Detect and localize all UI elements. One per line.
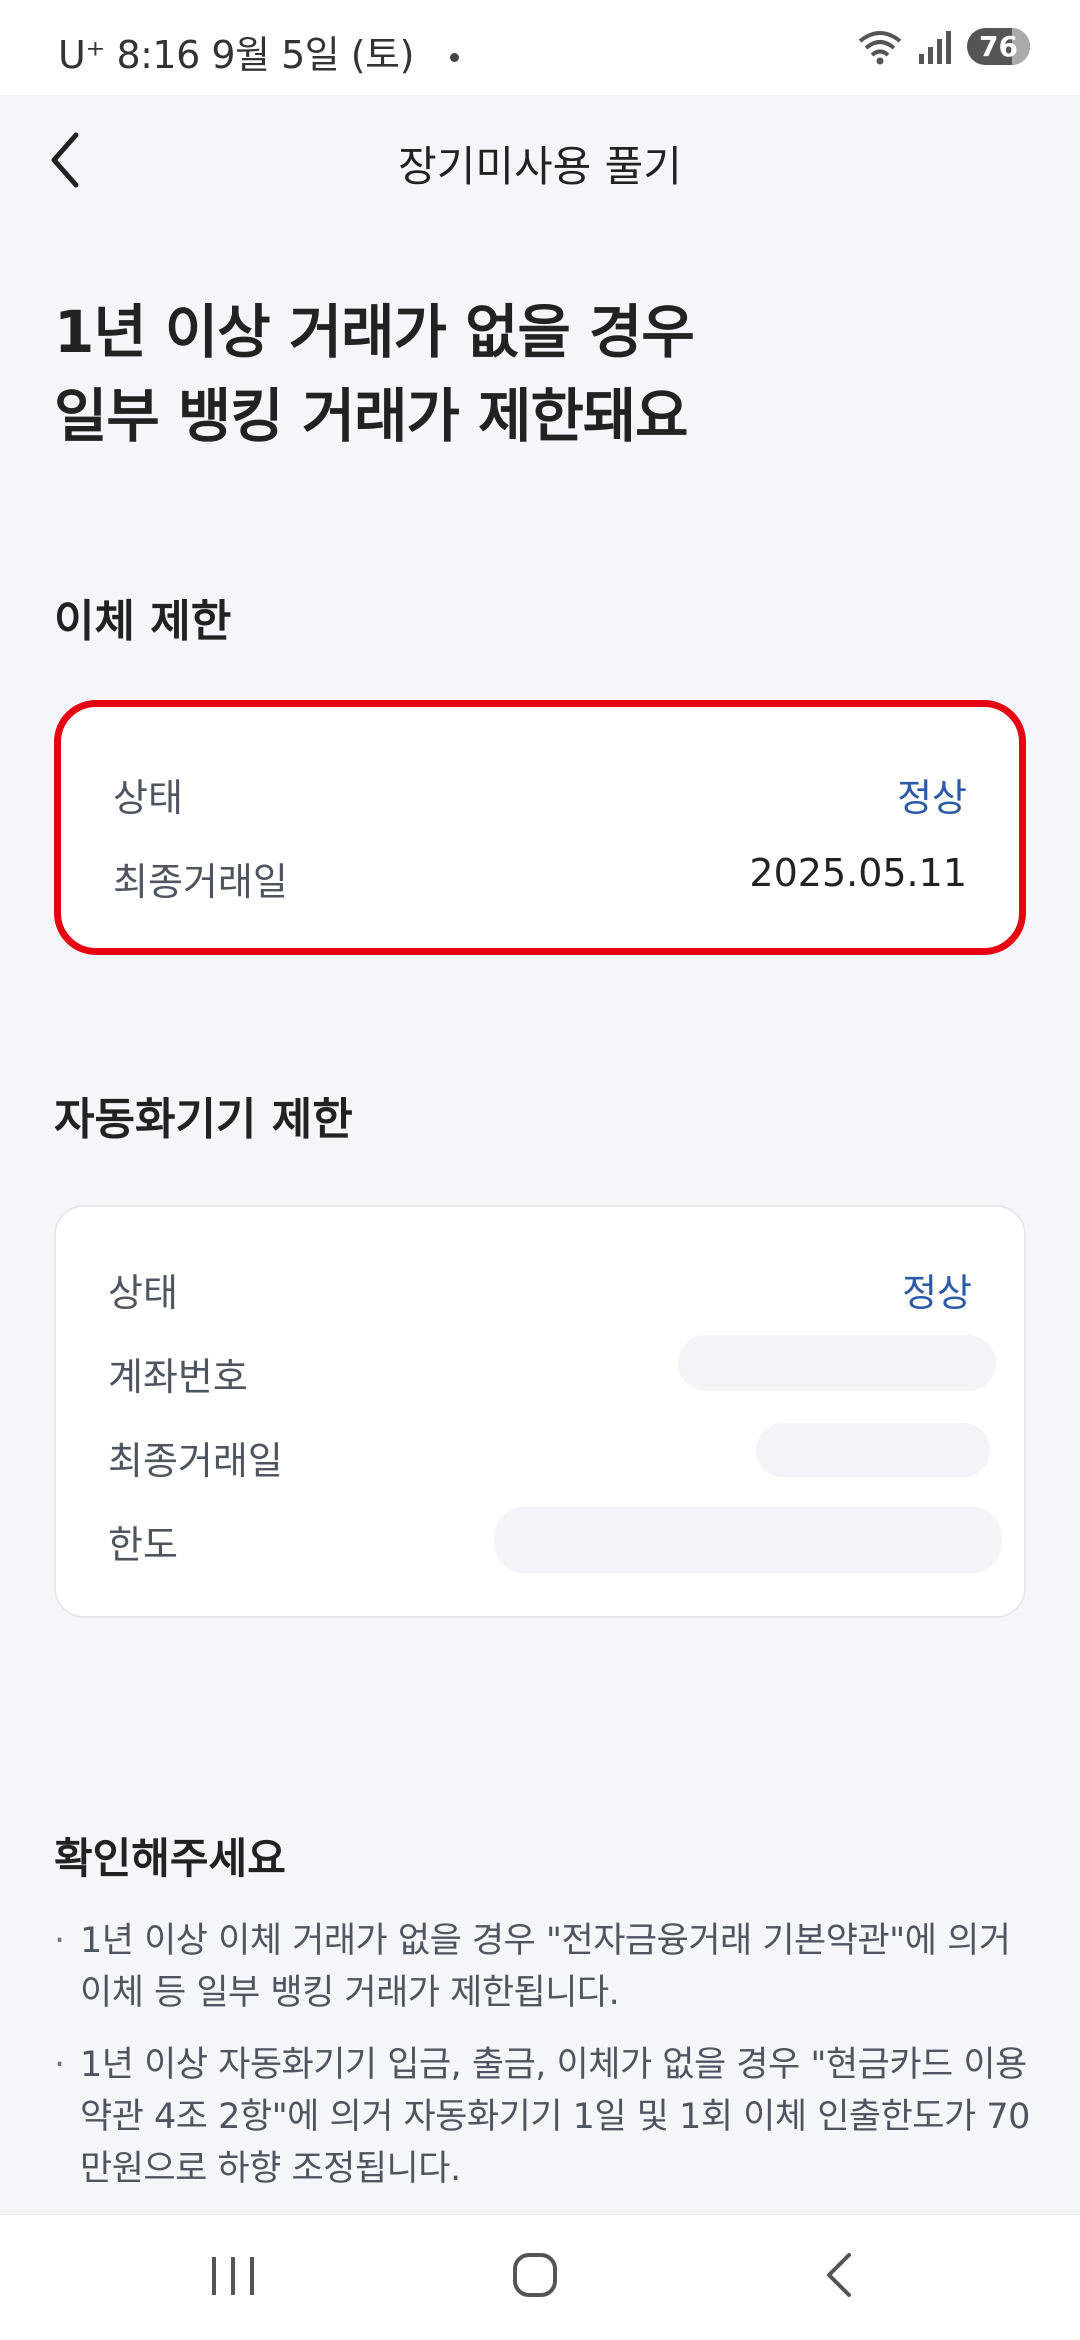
status-time: U⁺ 8:16 9월 5일 (토): [58, 24, 459, 79]
last-tx-value: 2025.05.11: [749, 851, 967, 895]
battery-icon: 76: [967, 28, 1030, 65]
notice-item: 1년 이상 이체 거래가 없을 경우 "전자금융거래 기본약관"에 의거 이체 …: [54, 1915, 1034, 2019]
status-value: 정상: [902, 1271, 972, 1315]
headline: 1년 이상 거래가 없을 경우 일부 뱅킹 거래가 제한돼요: [54, 290, 954, 458]
page-title: 장기미사용 풀기: [398, 142, 682, 191]
headline-line-1: 1년 이상 거래가 없을 경우: [54, 298, 695, 366]
last-tx-value-placeholder: [756, 1423, 990, 1477]
wifi-icon: [858, 30, 902, 64]
notice-list: 1년 이상 이체 거래가 없을 경우 "전자금융거래 기본약관"에 의거 이체 …: [54, 1915, 1034, 2215]
signal-icon: [919, 30, 952, 64]
status-label: 상태: [108, 1271, 178, 1315]
recent-apps-icon: [212, 2257, 254, 2295]
atm-status-card: 상태 정상 계좌번호 최종거래일 한도: [54, 1205, 1026, 1618]
status-text: U⁺ 8:16 9월 5일 (토): [58, 33, 414, 77]
recent-apps-button[interactable]: [198, 2245, 268, 2305]
status-bar: U⁺ 8:16 9월 5일 (토) 76: [0, 0, 1080, 95]
limit-label: 한도: [108, 1523, 178, 1567]
home-button[interactable]: [500, 2245, 570, 2305]
notice-item: 1년 이상 자동화기기 입금, 출금, 이체가 없을 경우 "현금카드 이용약관…: [54, 2039, 1034, 2195]
atm-section-title: 자동화기기 제한: [54, 1094, 353, 1145]
status-value: 정상: [897, 776, 967, 820]
last-tx-label: 최종거래일: [113, 860, 288, 904]
app-header: 장기미사용 풀기: [0, 95, 1080, 225]
system-back-button[interactable]: [805, 2245, 875, 2305]
transfer-status-row: 상태 정상: [113, 767, 967, 827]
limit-value-placeholder: [494, 1507, 1002, 1573]
transfer-status-card: 상태 정상 최종거래일 2025.05.11: [54, 700, 1026, 955]
headline-line-2: 일부 뱅킹 거래가 제한돼요: [54, 382, 689, 450]
notification-dot: [449, 53, 459, 62]
status-icons: 76: [857, 28, 1030, 65]
account-value-placeholder: [678, 1335, 996, 1391]
status-label: 상태: [113, 776, 183, 820]
home-icon: [513, 2253, 557, 2297]
notice-title: 확인해주세요: [54, 1834, 286, 1883]
transfer-last-tx-row: 최종거래일 2025.05.11: [113, 851, 967, 911]
transfer-section-title: 이체 제한: [54, 596, 232, 647]
battery-level: 76: [979, 30, 1018, 63]
last-tx-label: 최종거래일: [108, 1439, 283, 1483]
system-nav-bar: [0, 2214, 1080, 2340]
atm-status-row: 상태 정상: [108, 1262, 972, 1322]
back-icon: [827, 2253, 851, 2297]
account-label: 계좌번호: [108, 1355, 248, 1399]
